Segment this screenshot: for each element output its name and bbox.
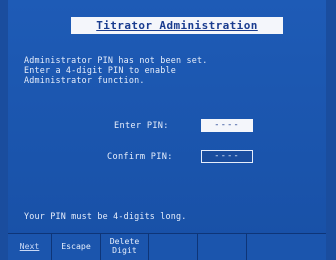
enter-pin-field[interactable]: ---- bbox=[201, 119, 253, 132]
next-softkey-label: Next bbox=[19, 241, 40, 251]
screen-title: Titrator Administration bbox=[71, 17, 283, 34]
next-softkey[interactable]: Next bbox=[8, 234, 52, 260]
pin-not-set-message: Administrator PIN has not been set. Ente… bbox=[24, 55, 208, 85]
delete-softkey-label-2: Digit bbox=[112, 245, 137, 255]
pin-length-note: Your PIN must be 4-digits long. bbox=[24, 211, 187, 221]
softkey-4[interactable] bbox=[149, 234, 198, 260]
softkey-5[interactable] bbox=[198, 234, 247, 260]
softkey-6[interactable] bbox=[247, 234, 326, 260]
confirm-pin-label: Confirm PIN: bbox=[107, 152, 173, 162]
escape-softkey-label: Escape bbox=[61, 241, 91, 251]
softkey-bar: Next Escape Delete Digit bbox=[8, 233, 326, 260]
enter-pin-label: Enter PIN: bbox=[114, 121, 169, 131]
delete-digit-softkey[interactable]: Delete Digit bbox=[101, 234, 149, 260]
escape-softkey[interactable]: Escape bbox=[52, 234, 101, 260]
confirm-pin-field[interactable]: ---- bbox=[201, 150, 253, 163]
titrator-screen: Titrator Administration Administrator PI… bbox=[8, 0, 326, 260]
